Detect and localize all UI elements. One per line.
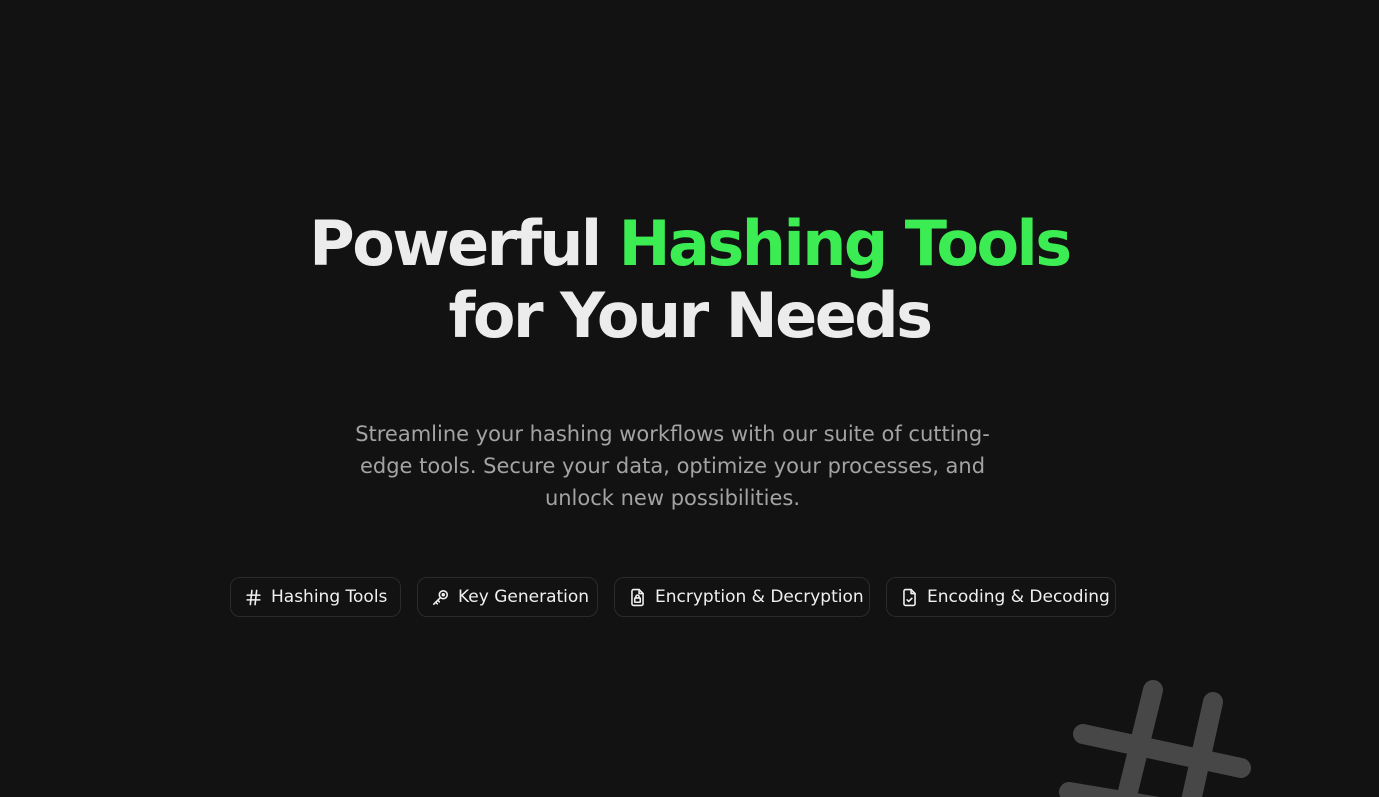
headline-line-1: Powerful Hashing Tools [0,208,1379,280]
hash-icon [243,587,263,607]
pill-label: Key Generation [458,587,590,607]
pill-hashing-tools[interactable]: Hashing Tools [230,577,401,617]
pill-label: Encoding & Decoding [927,587,1110,607]
hash-icon [1059,680,1251,797]
pill-key-generation[interactable]: Key Generation [417,577,598,617]
file-lock-icon [627,587,647,607]
hero-subtitle: Streamline your hashing workflows with o… [355,422,990,510]
feature-pills: Hashing Tools Key Generation Encryption … [0,577,1379,619]
pill-label: Hashing Tools [271,587,388,607]
headline-text: Powerful [309,207,619,280]
pill-encryption-decryption[interactable]: Encryption & Decryption [614,577,870,617]
pill-label: Encryption & Decryption [655,587,864,607]
headline-line-2: for Your Needs [448,279,933,352]
key-icon [430,587,450,607]
hero-headline: Powerful Hashing Tools for Your Needs [0,208,1379,352]
hero-section: Powerful Hashing Tools for Your Needs St… [0,0,1379,797]
file-check-icon [899,587,919,607]
headline-accent: Hashing Tools [618,207,1073,280]
pill-encoding-decoding[interactable]: Encoding & Decoding [886,577,1116,617]
